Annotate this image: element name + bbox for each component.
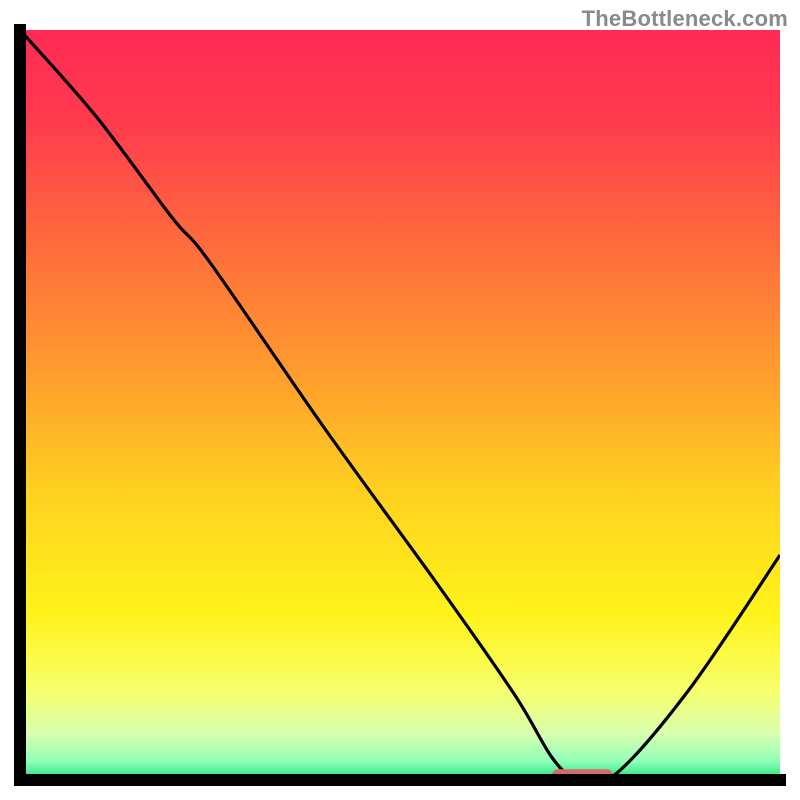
plot-background <box>20 30 780 780</box>
chart-container: TheBottleneck.com <box>0 0 800 800</box>
watermark-text: TheBottleneck.com <box>582 6 788 32</box>
bottleneck-chart <box>0 0 800 800</box>
